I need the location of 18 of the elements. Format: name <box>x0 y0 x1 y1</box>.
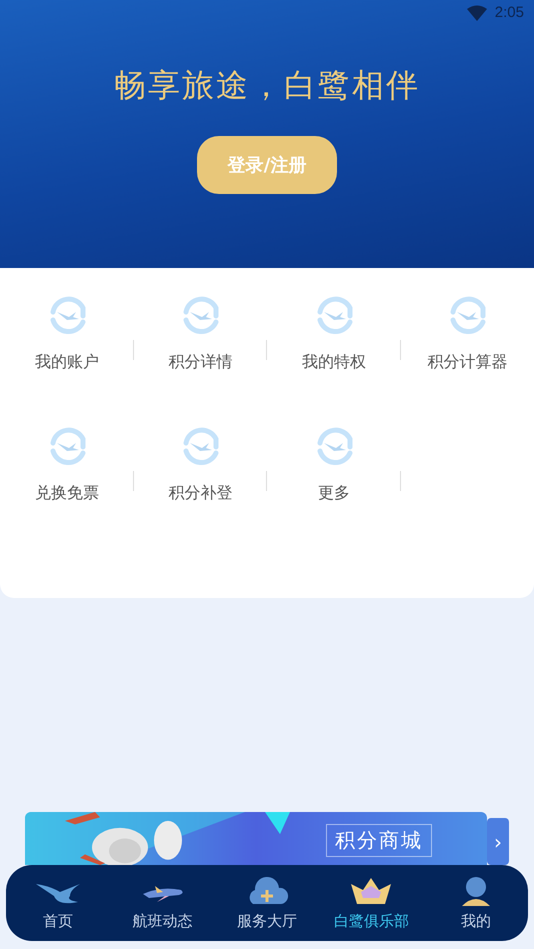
menu-item-label[interactable]: 积分计算器 <box>427 352 508 373</box>
mall-title: 积分商城 <box>326 824 432 857</box>
menu-item-label[interactable]: 积分补登 <box>168 483 232 504</box>
menu-item-label[interactable]: 兑换免票 <box>34 483 99 504</box>
menu-item-label[interactable]: 我的特权 <box>302 352 366 373</box>
menu-item-label[interactable]: 更多 <box>318 483 350 504</box>
tab[interactable]: 白鹭俱乐部 <box>321 876 422 930</box>
banner-next-button[interactable]: › <box>487 818 509 865</box>
menu-item-label[interactable]: 积分详情 <box>168 352 232 373</box>
slogan: 畅享旅途，白鹭相伴 <box>114 65 420 106</box>
menu-item-label[interactable]: 我的账户 <box>34 352 99 373</box>
tab[interactable]: 首页 <box>8 876 108 930</box>
tab[interactable]: 服务大厅 <box>216 876 317 930</box>
status-time: 2:05 <box>494 4 524 21</box>
crown-icon <box>349 876 394 906</box>
tab[interactable]: 我的 <box>426 876 526 930</box>
tab[interactable]: 航班动态 <box>112 876 213 930</box>
wifi-icon <box>466 4 487 20</box>
